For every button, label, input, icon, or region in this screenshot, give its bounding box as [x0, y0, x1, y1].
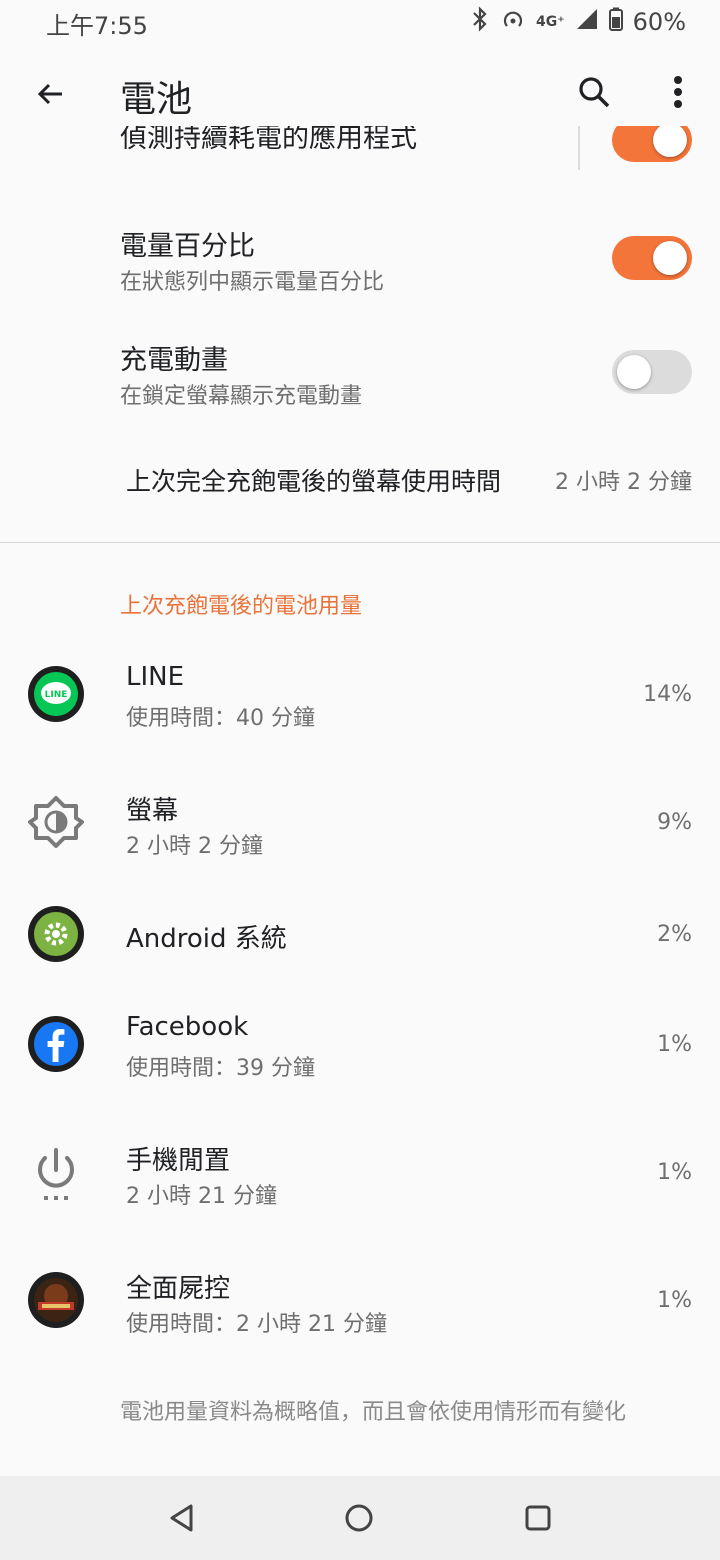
screen-usage-row: 上次完全充飽電後的螢幕使用時間 2 小時 2 分鐘 [0, 440, 720, 520]
app-battery-percent: 1% [657, 1288, 692, 1313]
app-row-facebook[interactable]: Facebook 使用時間：39 分鐘 1% [0, 990, 720, 1100]
app-usage-time: 2 小時 2 分鐘 [126, 834, 263, 859]
battery-percentage-row[interactable]: 電量百分比 在狀態列中顯示電量百分比 [0, 212, 720, 312]
charging-animation-subtitle: 在鎖定螢幕顯示充電動畫 [120, 384, 363, 409]
divider-line [578, 126, 580, 170]
battery-percentage-subtitle: 在狀態列中顯示電量百分比 [120, 270, 385, 295]
nav-recents-button[interactable] [514, 1494, 562, 1542]
charging-animation-title: 充電動畫 [120, 345, 228, 376]
footer-note: 電池用量資料為概略值，而且會依使用情形而有變化 [120, 1400, 627, 1425]
signal-icon [575, 7, 599, 37]
app-battery-percent: 1% [657, 1160, 692, 1185]
facebook-icon [28, 1016, 84, 1072]
search-button[interactable] [572, 70, 616, 114]
battery-percentage-title: 電量百分比 [120, 231, 255, 262]
app-row-phone-idle[interactable]: 手機閒置 2 小時 21 分鐘 1% [0, 1118, 720, 1228]
nav-recents-icon [525, 1505, 551, 1531]
brightness-icon [28, 794, 84, 850]
network-type: 4G⁺ [536, 14, 565, 30]
battery-percent: 60% [632, 8, 686, 36]
charging-animation-row[interactable]: 充電動畫 在鎖定螢幕顯示充電動畫 [0, 326, 720, 426]
app-battery-percent: 2% [657, 922, 692, 947]
page-title: 電池 [120, 79, 193, 120]
bluetooth-icon [470, 6, 490, 38]
app-row-line[interactable]: LINE LINE 使用時間：40 分鐘 14% [0, 640, 720, 750]
section-header: 上次充飽電後的電池用量 [120, 594, 363, 619]
status-icons: 4G⁺ 60% [470, 6, 686, 38]
hotspot-icon [500, 6, 526, 38]
app-battery-percent: 9% [657, 810, 692, 835]
nav-home-button[interactable] [335, 1494, 383, 1542]
power-icon [28, 1144, 84, 1200]
app-usage-time: 使用時間：40 分鐘 [126, 706, 315, 731]
screen-usage-label: 上次完全充飽電後的螢幕使用時間 [126, 467, 502, 496]
partial-setting-switch[interactable] [612, 126, 692, 162]
app-name: Facebook [126, 1012, 249, 1042]
battery-icon [608, 7, 623, 37]
line-icon: LINE [28, 666, 84, 722]
app-row-screen[interactable]: 螢幕 2 小時 2 分鐘 9% [0, 768, 720, 878]
battery-percentage-switch[interactable] [612, 236, 692, 280]
svg-text:LINE: LINE [45, 690, 68, 700]
app-name: 螢幕 [126, 796, 179, 826]
search-icon [579, 77, 610, 108]
app-usage-time: 2 小時 21 分鐘 [126, 1184, 277, 1209]
navigation-bar [0, 1476, 720, 1560]
status-time: 上午7:55 [46, 12, 148, 40]
screen-usage-value: 2 小時 2 分鐘 [555, 470, 692, 495]
app-name: 全面屍控 [126, 1274, 231, 1304]
app-usage-time: 使用時間：39 分鐘 [126, 1056, 315, 1081]
partial-setting-row[interactable]: 偵測持續耗電的應用程式 [0, 126, 720, 172]
android-system-icon [28, 906, 84, 962]
back-button[interactable] [28, 72, 72, 116]
partial-setting-title: 偵測持續耗電的應用程式 [120, 126, 417, 154]
app-usage-time: 使用時間：2 小時 21 分鐘 [126, 1312, 387, 1337]
more-vert-icon [674, 76, 682, 108]
app-row-game[interactable]: 全面屍控 使用時間：2 小時 21 分鐘 1% [0, 1246, 720, 1356]
nav-back-icon [170, 1504, 193, 1532]
app-battery-percent: 1% [657, 1032, 692, 1057]
section-divider [0, 542, 720, 543]
back-arrow-icon [37, 83, 62, 105]
nav-back-button[interactable] [158, 1494, 206, 1542]
app-name: LINE [126, 662, 185, 692]
charging-animation-switch[interactable] [612, 350, 692, 394]
app-battery-percent: 14% [643, 682, 692, 707]
app-name: 手機閒置 [126, 1146, 231, 1176]
app-row-android-system[interactable]: Android 系統 2% [0, 880, 720, 990]
nav-home-icon [345, 1504, 373, 1532]
more-options-button[interactable] [656, 70, 700, 114]
game-icon [28, 1272, 84, 1328]
app-name: Android 系統 [126, 924, 287, 954]
